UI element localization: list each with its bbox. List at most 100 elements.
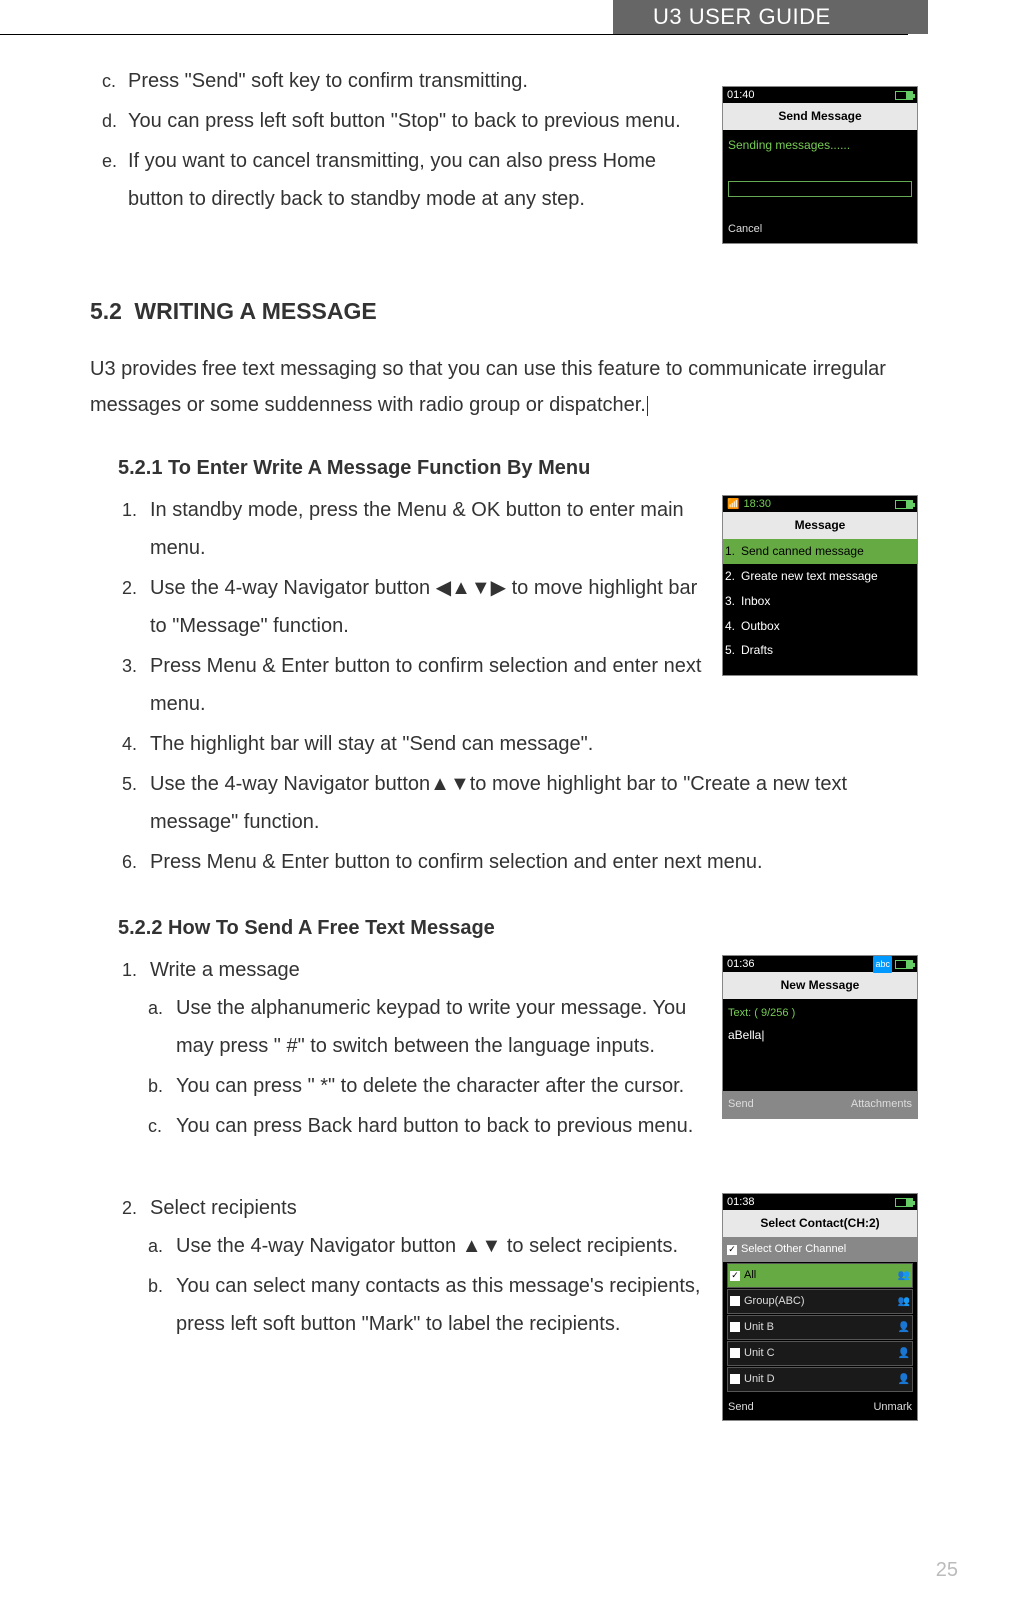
group-icon: 👥 xyxy=(898,1292,910,1311)
battery-icon xyxy=(895,91,913,100)
person-icon: 👤 xyxy=(898,1344,910,1363)
menu-item: 4.Outbox xyxy=(723,614,917,639)
item-marker: c. xyxy=(102,64,128,98)
contact-row: Unit C👤 xyxy=(727,1341,913,1366)
status-bar: 01:38 xyxy=(723,1194,917,1210)
item-text: In standby mode, press the Menu & OK but… xyxy=(150,499,684,559)
checkbox-icon xyxy=(730,1296,740,1306)
battery-icon xyxy=(895,1198,913,1207)
softkey-left: Send xyxy=(728,1397,754,1418)
item-text: Write a message xyxy=(150,959,300,981)
list-item: 5.Use the 4-way Navigator button▲▼to mov… xyxy=(150,765,918,841)
softkey-left: Cancel xyxy=(728,219,762,240)
softkey-row: Cancel xyxy=(723,216,917,243)
list-item: 6.Press Menu & Enter button to confirm s… xyxy=(150,843,918,881)
clock: 01:38 xyxy=(727,1192,755,1213)
screenshot-message-menu: 📶 18:30 Message 1.Send canned message 2.… xyxy=(722,495,918,676)
item-marker: d. xyxy=(102,104,128,138)
status-text: Sending messages...... xyxy=(728,134,912,157)
device-screen: 01:36 abc New Message Text: ( 9/256 ) aB… xyxy=(722,955,918,1119)
screen-body: Sending messages...... xyxy=(723,130,917,216)
item-text: You can press Back hard button to back t… xyxy=(176,1115,693,1137)
message-text: aBella xyxy=(728,1024,912,1047)
item-text: Press "Send" soft key to confirm transmi… xyxy=(128,70,528,92)
menu-item: 1.Send canned message xyxy=(723,539,917,564)
list-item: 4.The highlight bar will stay at "Send c… xyxy=(150,725,918,763)
screenshot-select-contact: 01:38 Select Contact(CH:2) Select Other … xyxy=(722,1193,918,1421)
screen-body: 1.Send canned message 2.Greate new text … xyxy=(723,539,917,663)
header-title: U3 USER GUIDE xyxy=(653,4,831,29)
item-text: Use the 4-way Navigator button ◀▲▼▶ to m… xyxy=(150,577,697,637)
progress-bar xyxy=(728,181,912,197)
screen-title: Select Contact(CH:2) xyxy=(723,1210,917,1237)
softkey-row: Send Unmark xyxy=(723,1394,917,1421)
menu-item: 2.Greate new text message xyxy=(723,564,917,589)
item-text: Use the alphanumeric keypad to write you… xyxy=(176,997,686,1057)
clock: 18:30 xyxy=(743,494,771,515)
contact-row: Unit D👤 xyxy=(727,1367,913,1392)
screen-title: Send Message xyxy=(723,103,917,130)
contact-header: Select Other Channel xyxy=(723,1237,917,1262)
item-text: You can select many contacts as this mes… xyxy=(176,1275,700,1335)
clock: 01:36 xyxy=(727,954,755,975)
page-content: 01:40 Send Message Sending messages.....… xyxy=(0,0,1018,1421)
item-text: Use the 4-way Navigator button ▲▼ to sel… xyxy=(176,1235,678,1257)
status-bar: 📶 18:30 xyxy=(723,496,917,512)
softkey-right: Unmark xyxy=(873,1397,912,1418)
item-text: Press Menu & Enter button to confirm sel… xyxy=(150,655,701,715)
softkey-left: Send xyxy=(728,1094,754,1115)
item-text: You can press left soft button "Stop" to… xyxy=(128,110,681,132)
item-text: If you want to cancel transmitting, you … xyxy=(128,150,656,210)
item-text: Select recipients xyxy=(150,1197,297,1219)
item-marker: e. xyxy=(102,144,128,178)
softkey-right: Attachments xyxy=(851,1094,912,1115)
battery-icon xyxy=(895,960,913,969)
screen-title: New Message xyxy=(723,972,917,999)
status-bar: 01:36 abc xyxy=(723,956,917,972)
checkbox-icon xyxy=(727,1245,737,1255)
nav-arrows-icon: ▲▼ xyxy=(430,773,470,795)
screenshot-send-message: 01:40 Send Message Sending messages.....… xyxy=(722,86,918,244)
signal-icon: 📶 xyxy=(727,495,739,514)
device-screen: 📶 18:30 Message 1.Send canned message 2.… xyxy=(722,495,918,676)
device-screen: 01:40 Send Message Sending messages.....… xyxy=(722,86,918,244)
contact-row: All👥 xyxy=(727,1263,913,1288)
checkbox-icon xyxy=(730,1271,740,1281)
item-text: Press Menu & Enter button to confirm sel… xyxy=(150,851,763,873)
input-mode-badge: abc xyxy=(873,956,892,973)
screenshot-new-message: 01:36 abc New Message Text: ( 9/256 ) aB… xyxy=(722,955,918,1119)
section-title: WRITING A MESSAGE xyxy=(134,298,376,324)
subsection-heading: 5.2.1 To Enter Write A Message Function … xyxy=(90,449,918,487)
nav-arrows-icon: ◀▲▼▶ xyxy=(436,577,506,599)
checkbox-icon xyxy=(730,1374,740,1384)
person-icon: 👤 xyxy=(898,1370,910,1389)
group-icon: 👥 xyxy=(898,1266,910,1285)
screen-title: Message xyxy=(723,512,917,539)
menu-item: 5.Drafts xyxy=(723,638,917,663)
contact-row: Unit B👤 xyxy=(727,1315,913,1340)
item-text: The highlight bar will stay at "Send can… xyxy=(150,733,593,755)
page-number: 25 xyxy=(936,1559,958,1582)
section-intro: U3 provides free text messaging so that … xyxy=(90,351,918,423)
nav-arrows-icon: ▲▼ xyxy=(462,1235,502,1257)
softkey-row: Send Attachments xyxy=(723,1091,917,1118)
clock: 01:40 xyxy=(727,85,755,106)
page-header: U3 USER GUIDE xyxy=(613,0,928,34)
item-text: Use the 4-way Navigator button▲▼to move … xyxy=(150,773,847,833)
checkbox-icon xyxy=(730,1322,740,1332)
contact-list: All👥 Group(ABC)👥 Unit B👤 Unit C👤 Unit D👤 xyxy=(723,1262,917,1393)
checkbox-icon xyxy=(730,1348,740,1358)
contact-row: Group(ABC)👥 xyxy=(727,1289,913,1314)
section-heading: 5.2 WRITING A MESSAGE xyxy=(90,290,918,334)
menu-item: 3.Inbox xyxy=(723,589,917,614)
device-screen: 01:38 Select Contact(CH:2) Select Other … xyxy=(722,1193,918,1421)
char-counter: Text: ( 9/256 ) xyxy=(728,1003,912,1024)
header-rule xyxy=(0,34,908,35)
battery-icon xyxy=(895,500,913,509)
person-icon: 👤 xyxy=(898,1318,910,1337)
status-bar: 01:40 xyxy=(723,87,917,103)
screen-body: Text: ( 9/256 ) aBella xyxy=(723,999,917,1091)
subsection-heading: 5.2.2 How To Send A Free Text Message xyxy=(90,909,918,947)
section-number: 5.2 xyxy=(90,298,122,324)
item-text: You can press " *" to delete the charact… xyxy=(176,1075,684,1097)
